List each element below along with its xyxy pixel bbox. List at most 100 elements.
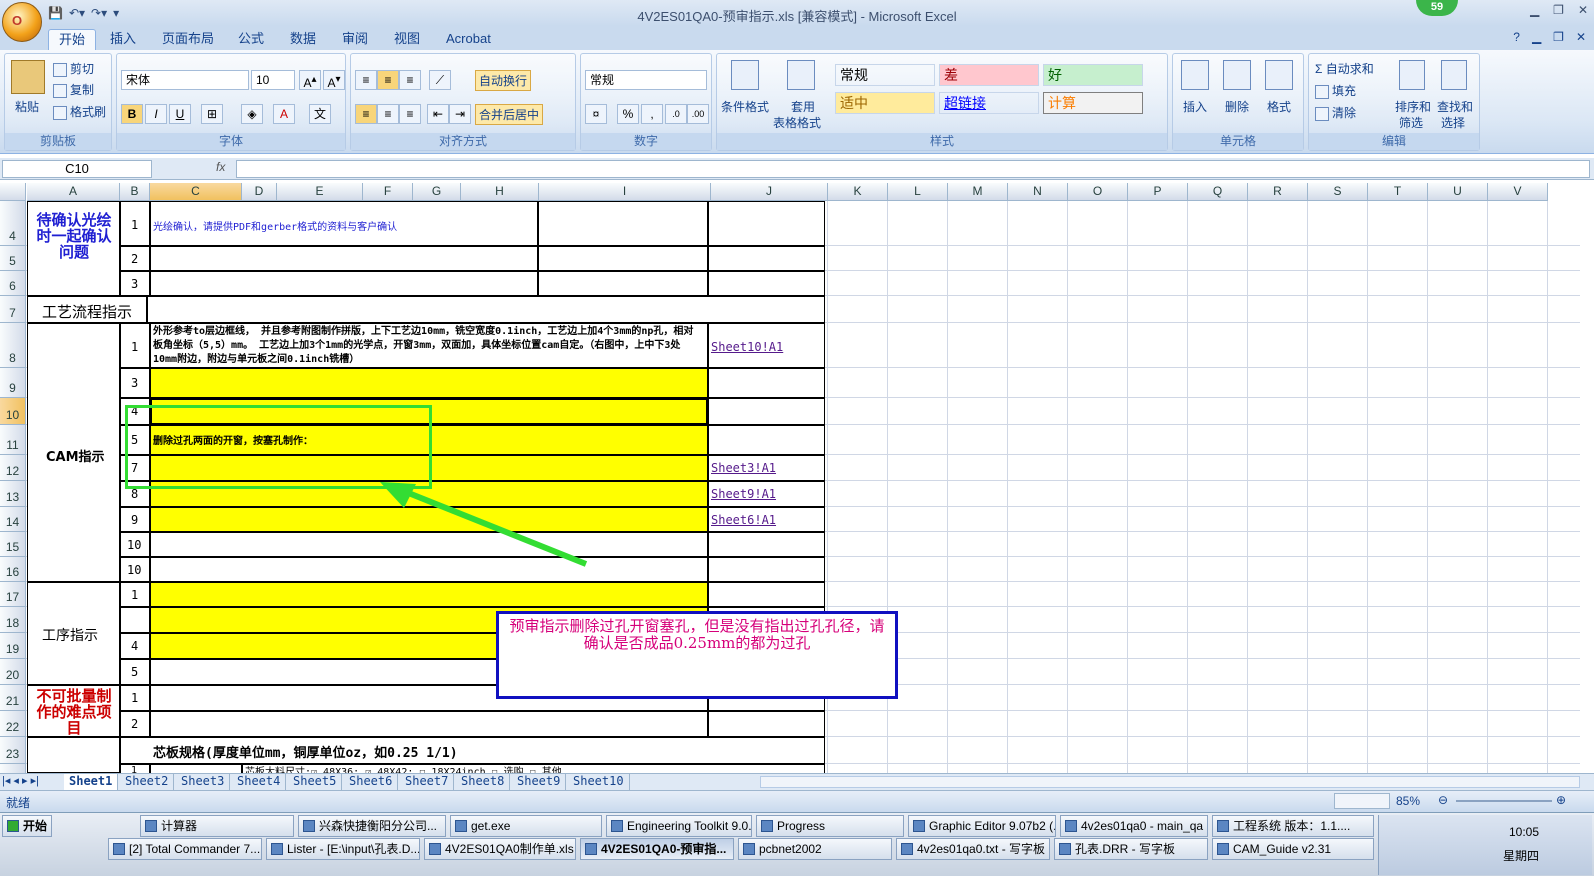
column-header[interactable]: G xyxy=(413,183,461,201)
row-header[interactable]: 20 xyxy=(0,659,26,685)
sort-filter-icon[interactable] xyxy=(1399,60,1425,90)
style-neutral[interactable]: 适中 xyxy=(835,92,935,114)
sort-filter-button-2[interactable]: 筛选 xyxy=(1399,114,1423,131)
column-header[interactable]: K xyxy=(828,183,888,201)
row-header[interactable]: 11 xyxy=(0,425,26,455)
cell-c5[interactable] xyxy=(150,246,538,271)
column-header[interactable]: S xyxy=(1308,183,1368,201)
autosum-button[interactable]: Σ 自动求和 xyxy=(1315,60,1374,77)
cell-b22[interactable]: 2 xyxy=(120,711,150,737)
copy-button[interactable]: 复制 xyxy=(53,81,94,98)
align-top-icon[interactable]: ≡ xyxy=(355,70,377,90)
table-format-button[interactable]: 套用 xyxy=(791,98,815,115)
format-painter-button[interactable]: 格式刷 xyxy=(53,103,106,120)
cell-b15[interactable]: 10 xyxy=(120,532,150,557)
increase-decimal-icon[interactable]: .0 xyxy=(665,104,687,124)
taskbar-button[interactable]: Lister - [E:\input\孔表.D... xyxy=(266,838,420,860)
function-icon[interactable]: fx xyxy=(216,160,225,174)
row-header[interactable]: 12 xyxy=(0,455,26,481)
fill-button[interactable]: 填充 xyxy=(1315,82,1356,99)
style-calculation[interactable]: 计算 xyxy=(1043,92,1143,114)
font-name-combo[interactable]: 宋体 xyxy=(121,70,249,90)
taskbar-button[interactable]: [2] Total Commander 7.... xyxy=(108,838,262,860)
cell-b21[interactable]: 1 xyxy=(120,685,150,711)
ws-minimize-icon[interactable]: ▁ xyxy=(1532,30,1541,44)
formula-input[interactable] xyxy=(236,160,1590,178)
cell-c9[interactable] xyxy=(150,368,708,398)
help-icon[interactable]: ? xyxy=(1513,30,1520,44)
style-good[interactable]: 好 xyxy=(1043,64,1143,86)
column-header[interactable]: E xyxy=(277,183,363,201)
start-button[interactable]: 开始 xyxy=(2,815,52,837)
sheet-tab[interactable]: Sheet9 xyxy=(512,774,567,790)
taskbar-button[interactable]: 4V2ES01QA0-预审指... xyxy=(580,838,734,860)
comma-icon[interactable]: , xyxy=(641,104,663,124)
sheet-tab[interactable]: Sheet4 xyxy=(232,774,287,790)
sheet-tab[interactable]: Sheet8 xyxy=(456,774,511,790)
table-format-icon[interactable] xyxy=(787,60,815,90)
link-sheet3[interactable]: Sheet3!A1 xyxy=(711,461,776,475)
cell-j8[interactable]: Sheet10!A1 xyxy=(708,323,825,368)
cell-c4[interactable]: 光绘确认，请提供PDF和gerber格式的资料与客户确认 xyxy=(150,201,538,246)
row-header[interactable]: 13 xyxy=(0,481,26,507)
find-select-icon[interactable] xyxy=(1441,60,1467,90)
worksheet-grid[interactable]: ABCDEFGHIJKLMNOPQRSTUV 4 5 6 7 8 9 10 11 12 13 14 1… xyxy=(0,183,1580,773)
find-select-button-2[interactable]: 选择 xyxy=(1441,114,1465,131)
cell-j9[interactable] xyxy=(708,368,825,398)
column-header[interactable]: F xyxy=(363,183,413,201)
taskbar-button[interactable]: get.exe xyxy=(450,815,602,837)
ws-close-icon[interactable]: ✕ xyxy=(1576,30,1586,44)
view-buttons[interactable] xyxy=(1334,793,1390,809)
font-color-icon[interactable]: A xyxy=(273,104,295,124)
align-center-icon[interactable]: ≡ xyxy=(377,104,399,124)
tab-formulas[interactable]: 公式 xyxy=(228,29,274,50)
conditional-format-button[interactable]: 条件格式 xyxy=(721,98,769,115)
orientation-icon[interactable]: ⟋ xyxy=(429,70,451,90)
zoom-in-icon[interactable]: ⊕ xyxy=(1556,793,1566,807)
cell-d24[interactable]: 芯板大料尺寸:☑ 48X36; ☑ 48X42; ☐ 18X24inch ☐ 选… xyxy=(242,764,825,773)
style-bad[interactable]: 差 xyxy=(939,64,1039,86)
cell-b24[interactable]: 1 xyxy=(120,764,150,773)
row-header[interactable]: 17 xyxy=(0,582,26,607)
format-cells-icon[interactable] xyxy=(1265,60,1293,90)
row-header[interactable]: 6 xyxy=(0,271,26,296)
fill-color-icon[interactable]: ◈ xyxy=(241,104,263,124)
cell-b14[interactable]: 9 xyxy=(120,507,150,532)
table-format-button-2[interactable]: 表格格式 xyxy=(773,114,821,131)
cell-c17[interactable] xyxy=(150,582,708,607)
insert-cells-icon[interactable] xyxy=(1181,60,1209,90)
cell-j22[interactable] xyxy=(708,711,825,737)
column-header[interactable]: O xyxy=(1068,183,1128,201)
column-header[interactable]: M xyxy=(948,183,1008,201)
shrink-font-icon[interactable]: A▾ xyxy=(323,70,345,90)
cell-j15[interactable] xyxy=(708,532,825,557)
taskbar-button[interactable]: 兴森快捷衡阳分公司... xyxy=(298,815,446,837)
ws-restore-icon[interactable]: ❐ xyxy=(1553,30,1564,44)
grow-font-icon[interactable]: A▴ xyxy=(299,70,321,90)
cell-i6[interactable] xyxy=(538,271,708,296)
sort-filter-button[interactable]: 排序和 xyxy=(1395,98,1431,115)
find-select-button[interactable]: 查找和 xyxy=(1437,98,1473,115)
taskbar-button[interactable]: Graphic Editor 9.07b2 (... xyxy=(908,815,1056,837)
italic-icon[interactable]: I xyxy=(145,104,167,124)
underline-icon[interactable]: U xyxy=(169,104,191,124)
taskbar-button[interactable]: 计算器 xyxy=(140,815,294,837)
zoom-slider[interactable] xyxy=(1456,800,1552,802)
column-header[interactable]: B xyxy=(120,183,150,201)
bold-icon[interactable]: B xyxy=(121,104,143,124)
row-header[interactable]: 16 xyxy=(0,557,26,582)
cell-a23[interactable] xyxy=(27,737,120,773)
office-button[interactable]: O xyxy=(2,2,42,42)
cell-j5[interactable] xyxy=(708,246,825,271)
row-header[interactable]: 22 xyxy=(0,711,26,737)
column-header[interactable]: L xyxy=(888,183,948,201)
column-header[interactable]: I xyxy=(539,183,711,201)
cell-c8[interactable]: 外形参考to层边框线， 并且参考附图制作拼版，上下工艺边10mm，铣空宽度0.1… xyxy=(150,323,708,368)
column-header[interactable]: A xyxy=(27,183,120,201)
row-header[interactable]: 8 xyxy=(0,323,26,368)
cell-b17[interactable]: 1 xyxy=(120,582,150,607)
column-header[interactable]: J xyxy=(711,183,828,201)
link-sheet9[interactable]: Sheet9!A1 xyxy=(711,487,776,501)
tab-data[interactable]: 数据 xyxy=(280,29,326,50)
cell-c22[interactable] xyxy=(150,711,708,737)
